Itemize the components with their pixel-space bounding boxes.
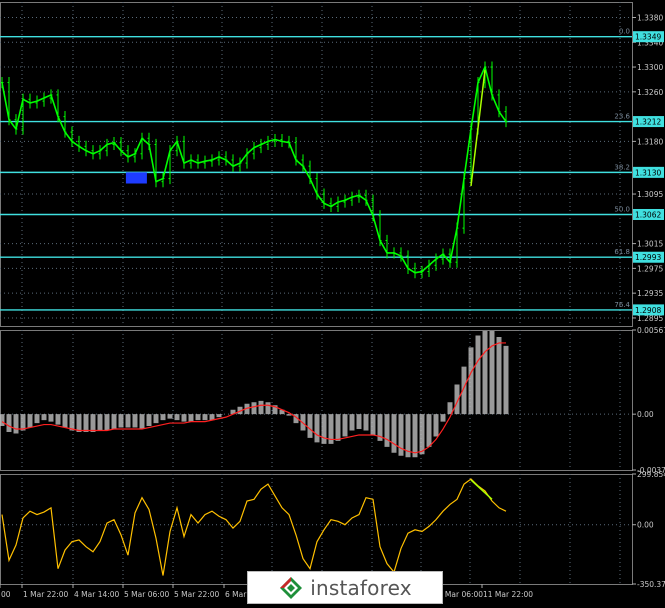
chart-svg: 0.023.638.250.061.876.4 1.33801.33401.33…: [0, 0, 665, 604]
x-axis-label: 11 Mar 22:00: [483, 590, 533, 599]
x-axis-label: 5 Mar 06:00: [124, 590, 170, 599]
price-tick-label: 1.3015: [637, 240, 663, 249]
cci-tick-label: 299.8547: [637, 470, 665, 479]
x-axis-label: 5 Mar 22:00: [174, 590, 220, 599]
fib-level-label: 23.6: [614, 113, 630, 121]
trading-chart: 0.0 23.6 38.2 50.0 61.8 76.4 1.3380 1.3340 1.33…: [0, 0, 665, 604]
level-price-label: 1.2993: [635, 253, 661, 262]
level-price-label: 1.2908: [635, 306, 661, 315]
price-tick-label: 1.2975: [637, 264, 663, 273]
fib-level-label: 76.4: [614, 301, 630, 309]
fib-level-label: 38.2: [614, 163, 630, 171]
fib-level-label: 61.8: [614, 248, 630, 256]
level-price-label: 1.3130: [635, 168, 661, 177]
level-price-label: 1.3212: [635, 118, 661, 127]
x-axis-label: 00: [1, 590, 11, 599]
macd-tick-label: 0.00: [637, 410, 654, 419]
x-axis-label: 4 Mar 14:00: [74, 590, 120, 599]
price-tick-label: 1.2935: [637, 289, 663, 298]
level-price-label: 1.3349: [635, 33, 661, 42]
price-tick-label: 1.3180: [637, 137, 663, 146]
support-zone: [125, 172, 147, 184]
instaforex-logo-icon: [280, 576, 303, 599]
level-price-label: 1.3062: [635, 210, 661, 219]
price-tick-label: 1.3095: [637, 190, 663, 199]
fib-level-label: 0.0: [619, 28, 630, 36]
watermark-text: instaforex: [310, 575, 412, 600]
chart-background: [0, 0, 665, 604]
cci-tick-label: -350.373: [637, 580, 665, 589]
x-axis-label: 1 Mar 22:00: [23, 590, 69, 599]
price-tick-label: 1.3260: [637, 88, 663, 97]
macd-tick-label: 0.00567: [637, 326, 665, 335]
fib-level-label: 50.0: [614, 205, 630, 213]
x-axis-label: 6 Mar: [225, 590, 247, 599]
price-tick-label: 1.3300: [637, 63, 663, 72]
price-tick-label: 1.3380: [637, 13, 663, 22]
cci-tick-label: 0.00: [637, 521, 654, 530]
watermark: instaforex: [247, 571, 443, 604]
